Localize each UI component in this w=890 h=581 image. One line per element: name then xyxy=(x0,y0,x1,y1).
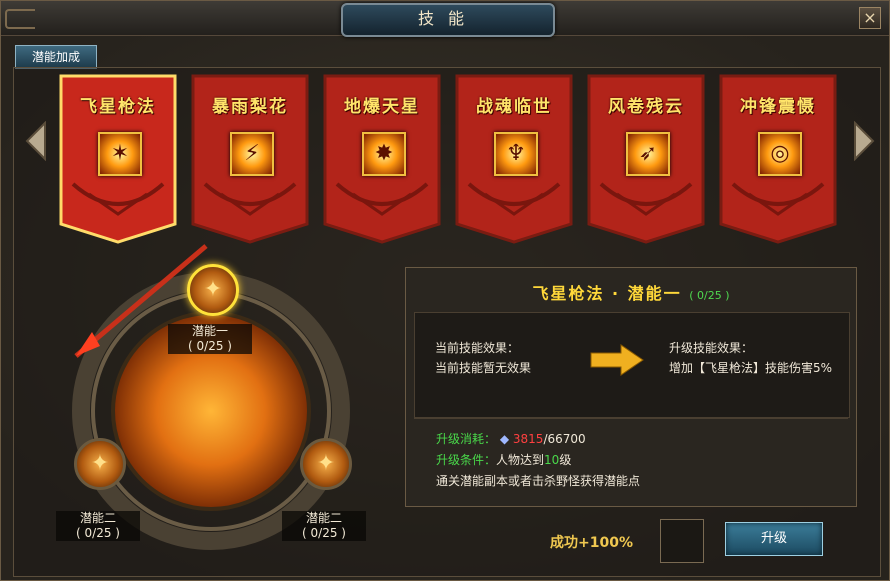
banner-name: 风卷残云 xyxy=(608,97,684,117)
cond-level: 10 xyxy=(544,453,560,467)
node-1-name: 潜能一 xyxy=(191,324,228,338)
skill-banner-2[interactable]: 暴雨梨花 ⚡ xyxy=(191,74,309,244)
whirlwind-icon: ➶ xyxy=(626,132,670,176)
tab-potential-bonus[interactable]: 潜能加成 xyxy=(15,45,97,69)
upgrade-effect-header: 升级技能效果： xyxy=(669,341,754,355)
info-level: ( 0/25 ) xyxy=(689,289,730,302)
current-effect-text: 当前技能暂无效果 xyxy=(435,361,532,375)
info-title: 飞星枪法 · 潜能一 ( 0/25 ) xyxy=(406,280,856,304)
title-bar[interactable]: 技能 × xyxy=(1,1,889,37)
spear-strike-icon: ✶ xyxy=(98,132,142,176)
potential-node-1-label: 潜能一 ( 0/25 ) xyxy=(168,324,252,354)
current-effect-header: 当前技能效果： xyxy=(435,341,520,355)
potential-node-2[interactable]: ✦ xyxy=(74,438,126,490)
corner-ornament xyxy=(5,9,35,29)
cost-have: 3815 xyxy=(512,432,544,446)
prev-arrow-icon[interactable] xyxy=(25,121,47,161)
potential-orb-area: ✦ 潜能一 ( 0/25 ) ✦ 潜能二 ( 0/25 ) ✦ 潜能二 ( 0/… xyxy=(56,236,396,556)
arrow-right-icon xyxy=(590,344,644,376)
banner-name: 冲锋震慑 xyxy=(740,97,816,117)
ground-burst-icon: ✸ xyxy=(362,132,406,176)
next-arrow-icon[interactable] xyxy=(853,121,875,161)
skill-info-panel: 飞星枪法 · 潜能一 ( 0/25 ) 当前技能效果： 当前技能暂无效果 升级技… xyxy=(405,267,857,507)
banner-name: 暴雨梨花 xyxy=(212,97,288,117)
spear-storm-icon: ⚡ xyxy=(230,132,274,176)
potential-node-3-label: 潜能二 ( 0/25 ) xyxy=(282,511,366,541)
upgrade-condition: 升级条件：人物达到10级 xyxy=(436,451,571,468)
info-title-text: 飞星枪法 · 潜能一 xyxy=(532,284,682,303)
skill-banner-3[interactable]: 地爆天星 ✸ xyxy=(323,74,441,244)
window-title: 技能 xyxy=(341,3,555,37)
upgrade-cost: 升级消耗： ◆ 3815/66700 xyxy=(436,430,586,447)
potential-node-1[interactable]: ✦ xyxy=(187,264,239,316)
skill-banner-5[interactable]: 风卷残云 ➶ xyxy=(587,74,705,244)
banner-name: 飞星枪法 xyxy=(80,97,156,117)
skill-window: 技能 × 潜能加成 飞星枪法 ✶ 暴雨梨花 ⚡ 地爆天星 ✸ 战魂临世 ♆ 风卷残云 ➶ 冲锋震慑 ◎ xyxy=(0,0,890,581)
crystal-icon: ◆ xyxy=(499,432,510,446)
skill-banner-4[interactable]: 战魂临世 ♆ xyxy=(455,74,573,244)
close-button[interactable]: × xyxy=(859,7,881,29)
divider xyxy=(414,418,848,419)
cond-text-a: 人物达到 xyxy=(496,453,545,467)
charge-icon: ◎ xyxy=(758,132,802,176)
node-3-name: 潜能二 xyxy=(305,511,342,525)
upgrade-button[interactable]: 升级 xyxy=(725,522,823,556)
upgrade-effect-text: 增加【飞星枪法】技能伤害5% xyxy=(669,361,833,375)
flame-dragon-icon: ✦ xyxy=(90,451,110,476)
node-2-name: 潜能二 xyxy=(79,511,116,525)
node-3-progress: ( 0/25 ) xyxy=(302,526,346,540)
cost-label: 升级消耗： xyxy=(436,432,497,446)
node-2-progress: ( 0/25 ) xyxy=(76,526,120,540)
potential-node-2-label: 潜能二 ( 0/25 ) xyxy=(56,511,140,541)
flame-dragon-icon: ✦ xyxy=(203,277,223,302)
effects-box: 当前技能效果： 当前技能暂无效果 升级技能效果： 增加【飞星枪法】技能伤害5% xyxy=(414,312,850,418)
war-soul-icon: ♆ xyxy=(494,132,538,176)
banner-name: 地爆天星 xyxy=(344,97,420,117)
success-rate: 成功+100% xyxy=(550,535,633,551)
cost-need: /66700 xyxy=(543,432,586,446)
flame-dragon-icon: ✦ xyxy=(316,451,336,476)
node-1-progress: ( 0/25 ) xyxy=(188,339,232,353)
potential-node-3[interactable]: ✦ xyxy=(300,438,352,490)
banner-name: 战魂临世 xyxy=(476,97,552,117)
cond-label: 升级条件： xyxy=(436,453,497,467)
skill-banner-6[interactable]: 冲锋震慑 ◎ xyxy=(719,74,837,244)
material-slot[interactable] xyxy=(660,519,704,563)
skill-banner-1[interactable]: 飞星枪法 ✶ xyxy=(59,74,177,244)
potential-hint: 通关潜能副本或者击杀野怪获得潜能点 xyxy=(436,474,641,488)
cond-text-b: 级 xyxy=(559,453,572,467)
